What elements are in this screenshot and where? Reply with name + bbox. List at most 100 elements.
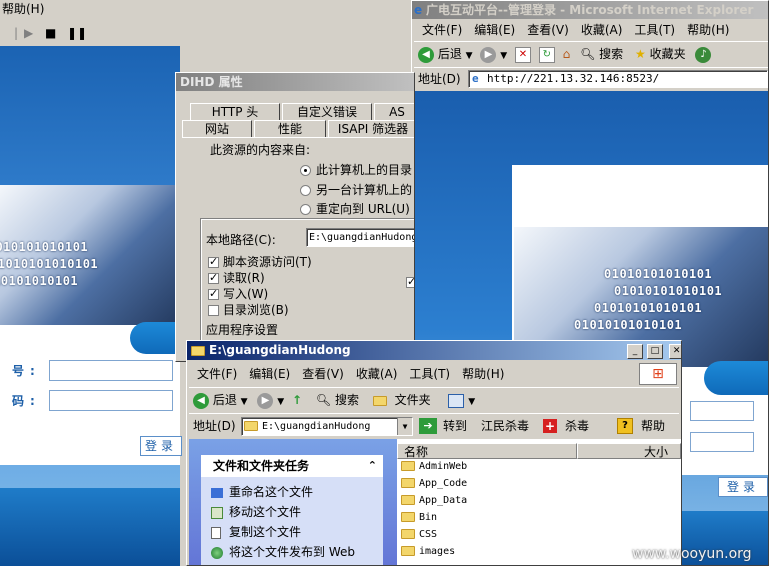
ie-search-icon[interactable]: 🔍︎ xyxy=(580,47,595,61)
explorer-forward-dropdown-icon[interactable]: ▼ xyxy=(277,397,284,407)
play-icon[interactable]: ▶ xyxy=(24,22,33,44)
left-login-button[interactable]: 登录 xyxy=(140,436,182,456)
explorer-menu-edit[interactable]: 编辑(E) xyxy=(249,365,290,383)
explorer-address-input[interactable]: E:\guangdianHudong ▼ xyxy=(241,417,413,436)
ie-menu-tools[interactable]: 工具(T) xyxy=(634,22,675,38)
ie-favorites-label[interactable]: 收藏夹 xyxy=(650,47,686,61)
stop-icon[interactable]: ■ xyxy=(45,22,56,44)
tab-http-headers[interactable]: HTTP 头 xyxy=(190,103,280,120)
explorer-address-dropdown-icon[interactable]: ▼ xyxy=(397,418,412,435)
close-icon[interactable]: ✕ xyxy=(668,344,681,359)
chk-read-icon[interactable] xyxy=(208,271,219,284)
password-input[interactable] xyxy=(49,390,173,411)
explorer-search-label[interactable]: 搜索 xyxy=(335,393,359,407)
column-header-size[interactable]: 大小 xyxy=(577,443,681,459)
chk-script-row[interactable]: 脚本资源访问(T) xyxy=(208,253,312,270)
task-publish[interactable]: 将这个文件发布到 Web xyxy=(211,543,355,560)
radio-other-icon[interactable] xyxy=(300,185,311,196)
ie-account-input[interactable] xyxy=(690,401,754,421)
explorer-search-icon[interactable]: 🔍︎ xyxy=(316,393,331,407)
ie-back-label[interactable]: 后退 xyxy=(438,47,462,61)
chk-browse-icon[interactable] xyxy=(208,305,219,316)
ie-menu-view[interactable]: 查看(V) xyxy=(527,22,569,38)
task-copy[interactable]: 复制这个文件 xyxy=(211,523,301,540)
ie-back-icon[interactable]: ◀ xyxy=(418,46,434,63)
explorer-kill-label[interactable]: 杀毒 xyxy=(565,414,589,438)
ie-menu-fav[interactable]: 收藏(A) xyxy=(581,22,623,38)
tab-website[interactable]: 网站 xyxy=(182,120,252,137)
ie-favorites-icon[interactable]: ★ xyxy=(635,47,646,61)
file-row[interactable]: App_Data xyxy=(401,495,467,506)
ie-forward-icon[interactable]: ▶ xyxy=(480,46,497,63)
ie-media-icon[interactable]: ♪ xyxy=(695,46,712,63)
explorer-menu-fav[interactable]: 收藏(A) xyxy=(356,365,398,383)
explorer-go-icon[interactable]: ➔ xyxy=(419,418,437,434)
minimize-icon[interactable]: _ xyxy=(627,344,643,359)
maximize-icon[interactable]: □ xyxy=(646,344,663,359)
task-pane-header[interactable]: 文件和文件夹任务 ⌃ xyxy=(201,455,383,477)
task-rename[interactable]: 重命名这个文件 xyxy=(211,483,313,500)
explorer-antivirus-label[interactable]: 江民杀毒 xyxy=(481,414,529,438)
chk-write-icon[interactable] xyxy=(208,287,219,300)
ie-stop-icon[interactable]: ✕ xyxy=(515,46,531,63)
tab-isapi-filters[interactable]: ISAPI 筛选器 xyxy=(328,120,414,137)
file-row[interactable]: App_Code xyxy=(401,478,467,489)
help-icon[interactable]: ? xyxy=(617,418,633,434)
kill-virus-icon[interactable]: + xyxy=(543,419,557,433)
file-row[interactable]: AdminWeb xyxy=(401,461,467,472)
folder-icon xyxy=(401,495,415,505)
local-path-input[interactable]: E:\guangdianHudong xyxy=(306,228,414,247)
ie-password-input[interactable] xyxy=(690,432,754,452)
ie-refresh-icon[interactable]: ↻ xyxy=(538,46,555,63)
explorer-menu-view[interactable]: 查看(V) xyxy=(302,365,344,383)
ie-login-button[interactable]: 登录 xyxy=(718,477,768,497)
radio-other-row[interactable]: 另一台计算机上的 xyxy=(300,181,412,198)
ie-search-label[interactable]: 搜索 xyxy=(599,47,623,61)
file-row[interactable]: CSS xyxy=(401,529,437,540)
password-label: 码: xyxy=(12,394,41,408)
radio-local-row[interactable]: 此计算机上的目录 xyxy=(300,161,412,178)
chk-write-row[interactable]: 写入(W) xyxy=(208,285,268,302)
radio-redirect-icon[interactable] xyxy=(300,204,311,215)
explorer-help-label[interactable]: 帮助 xyxy=(641,414,665,438)
explorer-views-icon[interactable] xyxy=(448,393,465,408)
explorer-back-icon[interactable]: ◀ xyxy=(193,392,209,409)
collapse-icon[interactable]: ⌃ xyxy=(368,455,377,477)
file-row[interactable]: Bin xyxy=(401,512,437,523)
left-menu-help[interactable]: 帮助(H) xyxy=(2,2,44,16)
pause-icon[interactable]: ❚❚ xyxy=(67,22,87,44)
radio-redirect-row[interactable]: 重定向到 URL(U) xyxy=(300,200,410,217)
chk-browse-row[interactable]: 目录浏览(B) xyxy=(208,301,289,318)
column-header-size-label: 大小 xyxy=(643,445,668,459)
ie-address-input[interactable]: e http://221.13.32.146:8523/ xyxy=(468,70,768,88)
explorer-up-icon[interactable]: ↑ xyxy=(292,393,302,407)
explorer-menu-help[interactable]: 帮助(H) xyxy=(462,365,504,383)
chk-script-icon[interactable] xyxy=(208,255,219,268)
ie-menu-edit[interactable]: 编辑(E) xyxy=(474,22,515,38)
explorer-back-dropdown-icon[interactable]: ▼ xyxy=(241,397,248,407)
explorer-menu-tools[interactable]: 工具(T) xyxy=(409,365,450,383)
explorer-back-label[interactable]: 后退 xyxy=(213,393,237,407)
explorer-forward-icon[interactable]: ▶ xyxy=(257,392,274,409)
ie-home-icon[interactable]: ⌂ xyxy=(563,47,571,61)
task-move[interactable]: 移动这个文件 xyxy=(211,503,301,520)
radio-local-icon[interactable] xyxy=(300,165,311,176)
account-input[interactable] xyxy=(49,360,173,381)
ie-menu-file[interactable]: 文件(F) xyxy=(422,22,462,38)
ie-page-icon: e xyxy=(472,72,479,85)
ie-forward-dropdown-icon[interactable]: ▼ xyxy=(500,51,507,61)
tab-custom-errors[interactable]: 自定义错误 xyxy=(282,103,372,120)
explorer-views-dropdown-icon[interactable]: ▼ xyxy=(468,397,475,407)
column-header-name[interactable]: 名称 xyxy=(397,443,577,459)
explorer-menu-file[interactable]: 文件(F) xyxy=(197,365,237,383)
tab-performance[interactable]: 性能 xyxy=(254,120,326,137)
file-row[interactable]: images xyxy=(401,546,455,557)
tab-asp[interactable]: AS xyxy=(374,103,414,120)
chk-right-1-icon[interactable] xyxy=(406,275,414,288)
chk-read-row[interactable]: 读取(R) xyxy=(208,269,265,286)
ie-menu-help[interactable]: 帮助(H) xyxy=(687,22,729,38)
explorer-go-label[interactable]: 转到 xyxy=(443,414,467,438)
explorer-folders-label[interactable]: 文件夹 xyxy=(395,393,431,407)
explorer-folders-icon[interactable] xyxy=(372,395,387,406)
ie-back-dropdown-icon[interactable]: ▼ xyxy=(466,51,473,61)
